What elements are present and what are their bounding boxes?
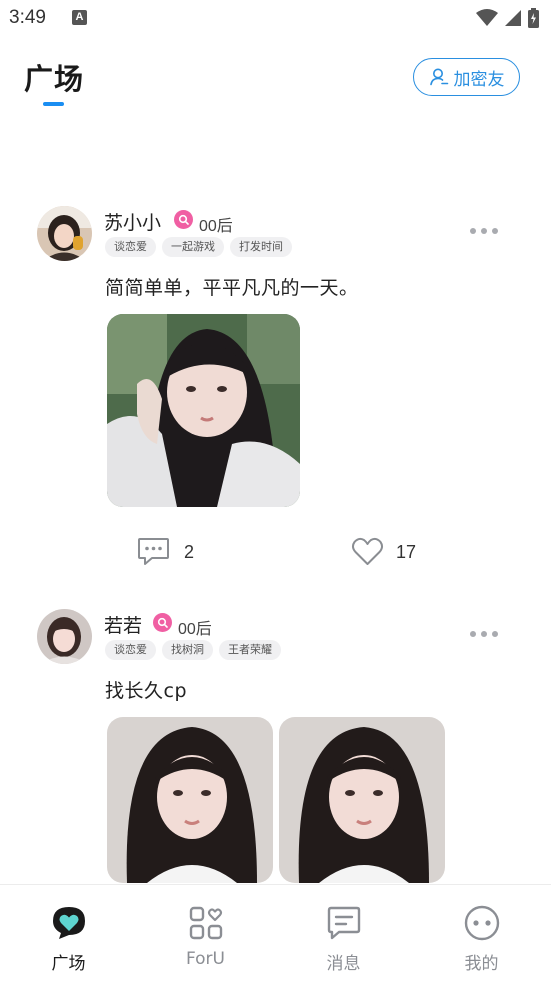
battery-icon <box>528 8 539 28</box>
interest-tag: 一起游戏 <box>162 237 224 257</box>
more-button[interactable] <box>470 629 498 639</box>
vip-badge-icon <box>153 613 172 632</box>
interest-tags: 谈恋爱 一起游戏 打发时间 <box>105 237 292 257</box>
interest-tag: 谈恋爱 <box>105 237 156 257</box>
more-dot-icon <box>492 631 498 637</box>
post: 若若 00后 谈恋爱 找树洞 王者荣耀 找长久cp <box>0 593 551 893</box>
vip-badge-icon <box>174 210 193 229</box>
heart-chat-icon <box>52 907 85 939</box>
more-dot-icon <box>470 228 476 234</box>
more-dot-icon <box>470 631 476 637</box>
post-photo[interactable] <box>107 314 300 507</box>
page-title: 广场 <box>24 62 85 96</box>
post-photo[interactable] <box>107 717 273 883</box>
nav-item-foru[interactable]: ForU <box>137 885 274 981</box>
nav-label: 广场 <box>51 954 86 974</box>
status-time: 3:49 <box>9 7 46 28</box>
add-friend-label: 加密友 <box>453 69 505 90</box>
bottom-nav: 广场 ForU 消息 我的 <box>0 884 551 981</box>
add-friend-button[interactable]: 加密友 <box>413 58 520 96</box>
nav-label: 消息 <box>326 954 361 974</box>
add-user-icon <box>429 68 448 86</box>
feed: 苏小小 00后 谈恋爱 一起游戏 打发时间 简简单单，平平凡凡的一天。 2 17… <box>0 190 551 893</box>
nav-item-profile[interactable]: 我的 <box>413 885 550 981</box>
interest-tags: 谈恋爱 找树洞 王者荣耀 <box>105 640 281 660</box>
user-name[interactable]: 苏小小 <box>104 208 161 235</box>
post-photo[interactable] <box>279 717 445 883</box>
comment-icon <box>138 538 169 565</box>
avatar[interactable] <box>37 609 92 664</box>
interest-tag: 打发时间 <box>230 237 292 257</box>
user-name[interactable]: 若若 <box>104 611 142 638</box>
title-underline <box>43 102 64 106</box>
heart-icon <box>352 537 383 565</box>
comment-button[interactable]: 2 <box>137 535 194 569</box>
post-text: 找长久cp <box>105 680 188 702</box>
face-icon <box>464 905 499 941</box>
post-actions: 2 17 <box>0 535 551 571</box>
like-button[interactable]: 17 <box>351 535 416 569</box>
interest-tag: 谈恋爱 <box>105 640 156 660</box>
status-bar: 3:49 A <box>0 0 551 36</box>
post: 苏小小 00后 谈恋爱 一起游戏 打发时间 简简单单，平平凡凡的一天。 2 17 <box>0 190 551 593</box>
age-tag: 00后 <box>199 218 233 235</box>
interest-tag: 王者荣耀 <box>219 640 281 660</box>
header: 广场 加密友 <box>0 40 551 120</box>
more-dot-icon <box>492 228 498 234</box>
nav-label: ForU <box>185 949 225 969</box>
age-tag: 00后 <box>178 621 212 638</box>
post-text: 简简单单，平平凡凡的一天。 <box>105 277 359 299</box>
nav-item-plaza[interactable]: 广场 <box>0 885 137 981</box>
like-count: 17 <box>396 541 417 562</box>
interest-tag: 找树洞 <box>162 640 213 660</box>
a-icon: A <box>72 10 87 25</box>
avatar[interactable] <box>37 206 92 261</box>
wifi-icon <box>476 9 498 26</box>
signal-icon <box>505 10 521 26</box>
more-button[interactable] <box>470 226 498 236</box>
nav-item-messages[interactable]: 消息 <box>275 885 412 981</box>
message-icon <box>327 906 360 940</box>
comment-count: 2 <box>184 541 195 562</box>
nav-label: 我的 <box>464 954 499 974</box>
more-dot-icon <box>481 631 487 637</box>
more-dot-icon <box>481 228 487 234</box>
grid-heart-icon <box>189 906 222 940</box>
status-icons <box>476 8 539 28</box>
